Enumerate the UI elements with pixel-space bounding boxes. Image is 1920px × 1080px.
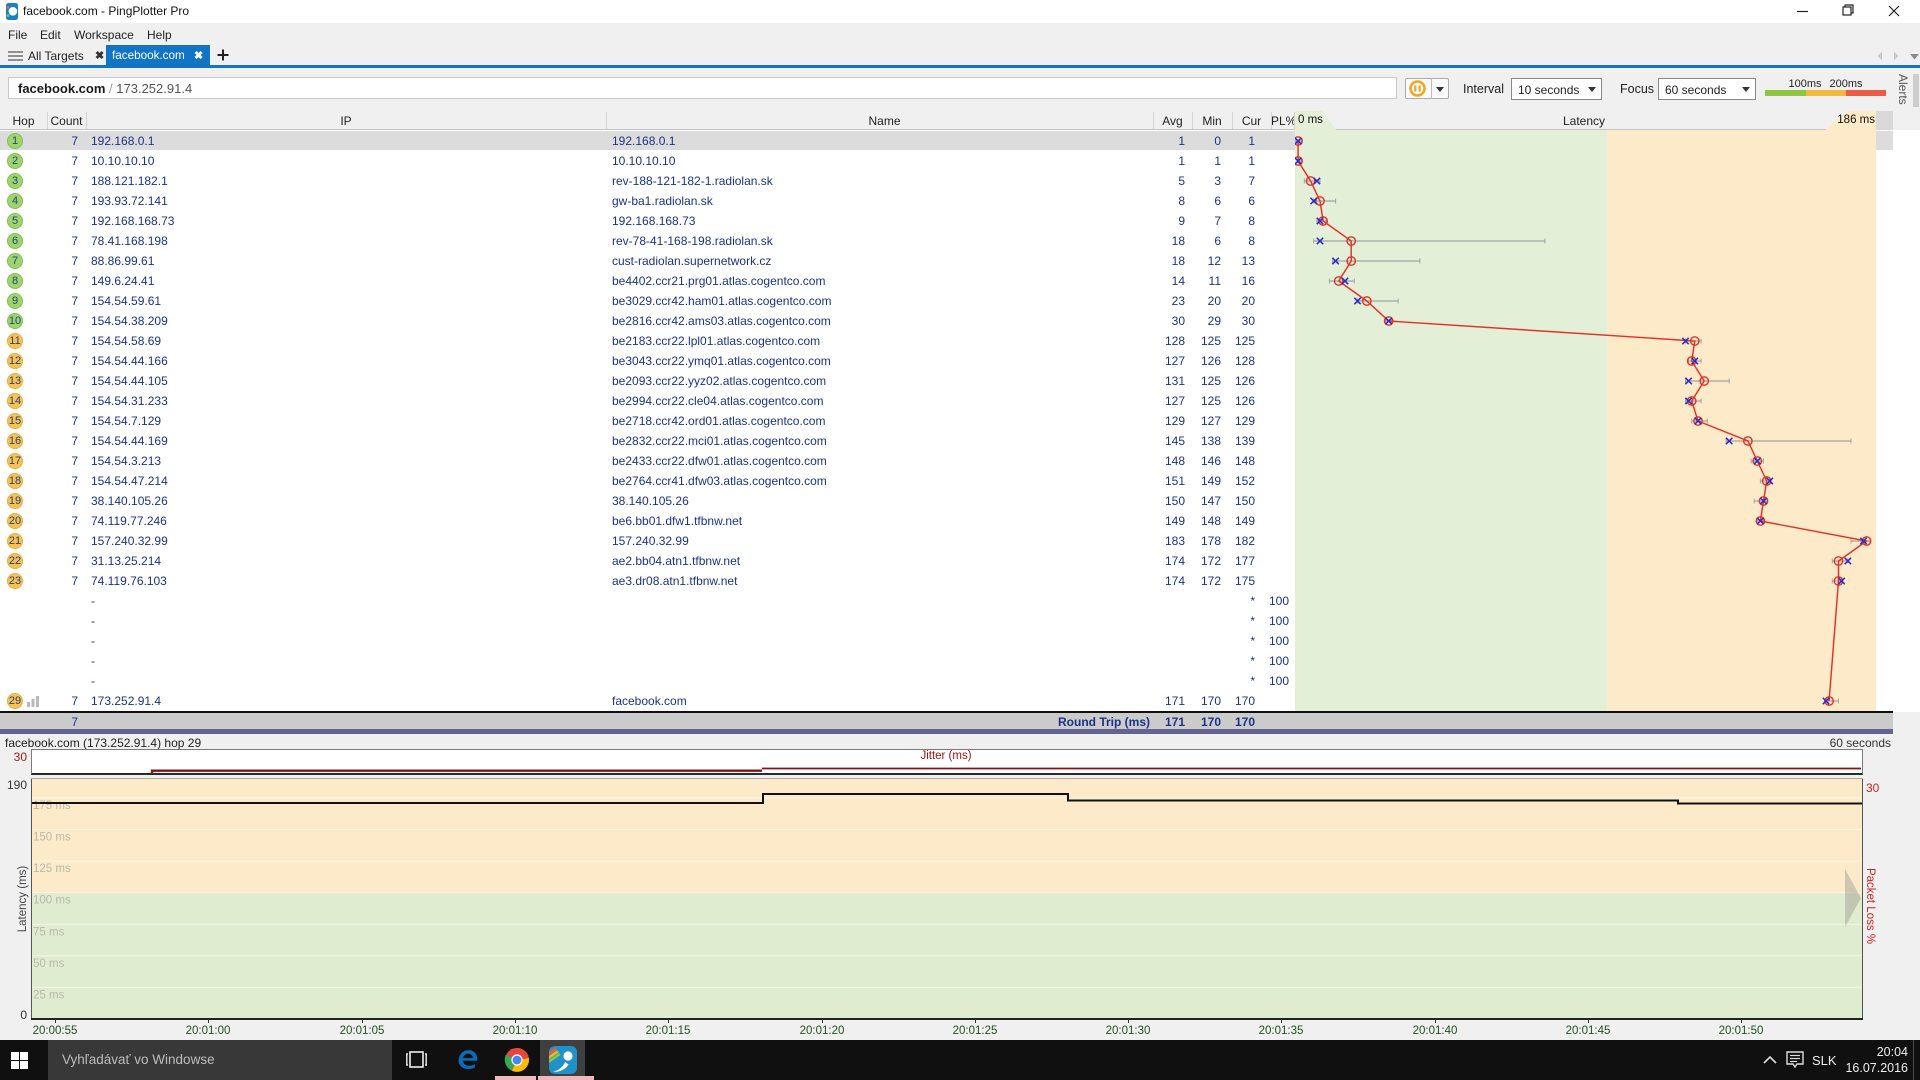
svg-text:75 ms: 75 ms — [33, 926, 65, 938]
svg-text:50 ms: 50 ms — [33, 958, 65, 970]
svg-text:150 ms: 150 ms — [33, 832, 71, 844]
svg-text:125 ms: 125 ms — [33, 863, 71, 875]
svg-text:175 ms: 175 ms — [33, 800, 71, 812]
svg-text:25 ms: 25 ms — [33, 989, 65, 1001]
svg-text:100 ms: 100 ms — [33, 895, 71, 907]
